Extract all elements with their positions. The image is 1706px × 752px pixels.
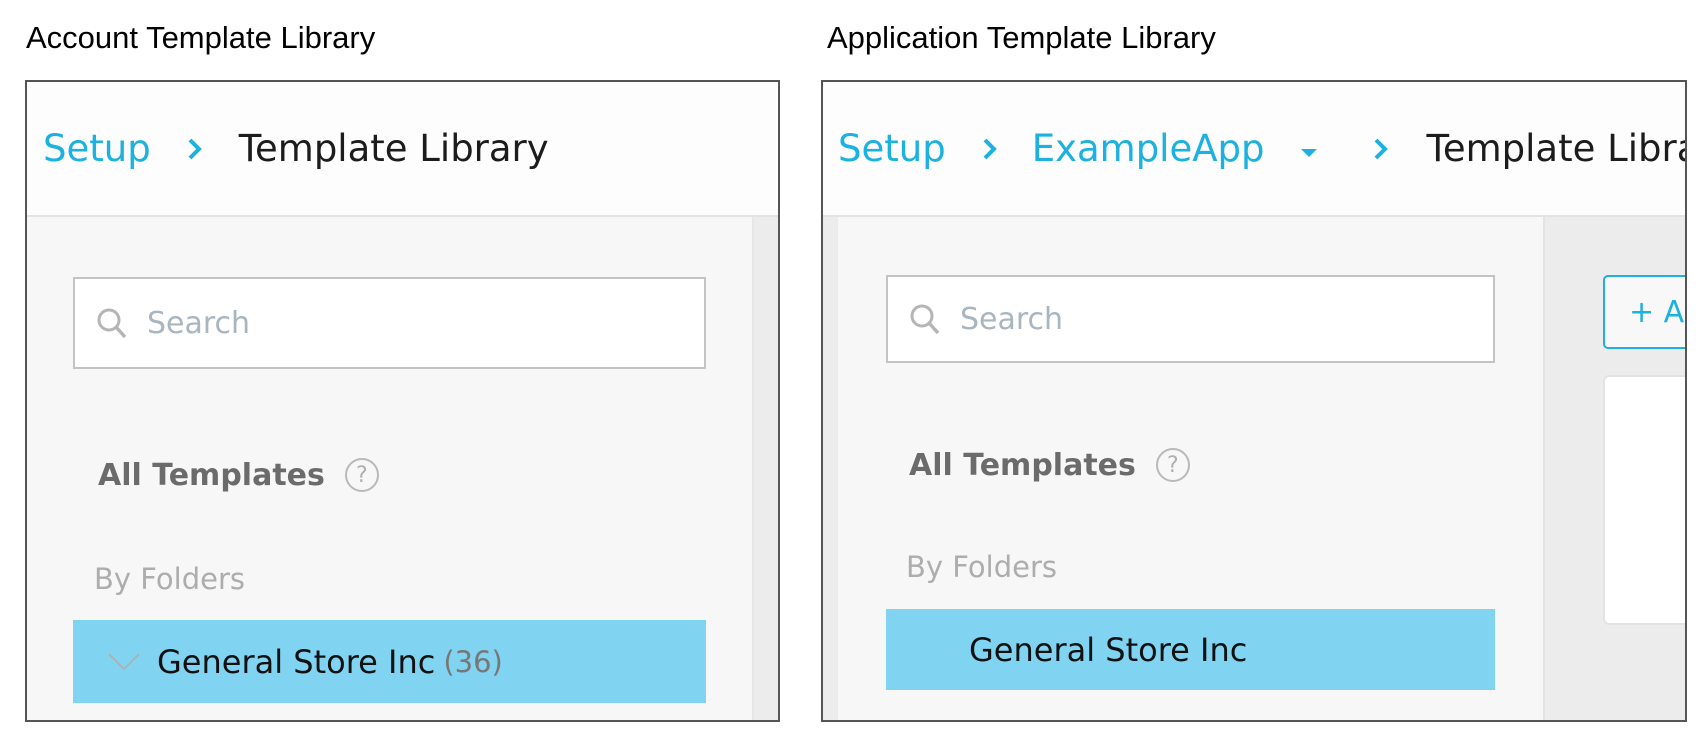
search-input[interactable]: Search: [886, 275, 1495, 363]
all-templates-label[interactable]: All Templates: [909, 448, 1136, 483]
folder-count: (36): [443, 644, 503, 679]
page-title: Template Library: [1426, 127, 1685, 170]
help-icon[interactable]: ?: [1155, 448, 1190, 482]
breadcrumb: Setup Template Library: [43, 82, 549, 215]
help-icon[interactable]: ?: [344, 458, 379, 492]
folder-row[interactable]: General Store Inc (36): [73, 620, 706, 703]
breadcrumb-setup-link[interactable]: Setup: [43, 127, 151, 170]
chevron-right-icon: [187, 137, 203, 161]
page-title: Template Library: [238, 127, 549, 170]
search-placeholder: Search: [960, 301, 1064, 337]
add-template-button[interactable]: + Ad: [1603, 275, 1685, 349]
chevron-down-icon[interactable]: [107, 652, 141, 672]
account-template-library-panel: Setup Template Library Search All Templa…: [25, 80, 780, 722]
folder-name: General Store Inc: [969, 630, 1248, 669]
chevron-right-icon: [982, 137, 998, 161]
all-templates-label[interactable]: All Templates: [98, 458, 325, 493]
left-edge-strip: [823, 217, 838, 720]
caret-down-icon[interactable]: [1300, 148, 1317, 157]
breadcrumb-app-link[interactable]: ExampleApp: [1032, 127, 1265, 170]
search-placeholder: Search: [147, 305, 251, 341]
breadcrumb: Setup ExampleApp Template Library: [838, 82, 1685, 215]
search-input[interactable]: Search: [73, 277, 706, 369]
template-card: [1603, 375, 1685, 625]
breadcrumb-setup-link[interactable]: Setup: [838, 127, 946, 170]
folder-row[interactable]: General Store Inc: [886, 609, 1495, 690]
content-pane-edge: [752, 217, 778, 720]
chevron-right-icon: [1373, 137, 1389, 161]
all-templates-heading[interactable]: All Templates ?: [909, 444, 1190, 486]
by-folders-label: By Folders: [906, 550, 1058, 584]
application-template-library-caption: Application Template Library: [827, 20, 1216, 55]
by-folders-label: By Folders: [94, 562, 246, 596]
all-templates-heading[interactable]: All Templates ?: [98, 454, 379, 496]
application-template-library-panel: Setup ExampleApp Template Library + Ad S…: [821, 80, 1687, 722]
account-header: Setup Template Library: [27, 82, 778, 217]
account-template-library-caption: Account Template Library: [26, 20, 376, 55]
application-header: Setup ExampleApp Template Library: [823, 82, 1685, 217]
search-icon: [910, 304, 940, 335]
search-icon: [97, 308, 127, 339]
folder-name: General Store Inc: [157, 642, 436, 681]
